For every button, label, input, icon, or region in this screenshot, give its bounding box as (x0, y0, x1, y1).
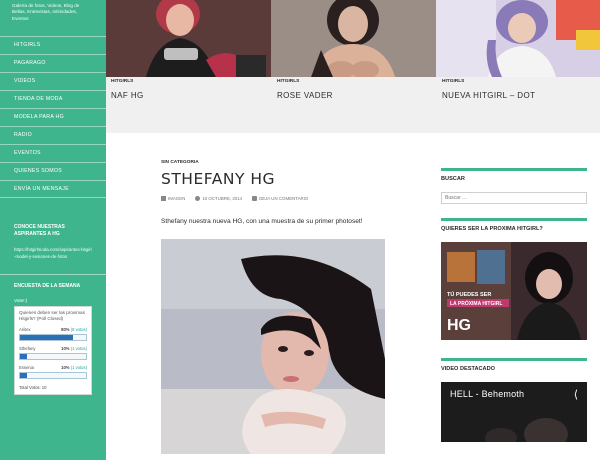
nav-item-hitgirls[interactable]: HITGIRLS (0, 36, 106, 54)
featured-card-rose[interactable]: HITGIRLS ROSE VADER (277, 77, 432, 133)
post-date[interactable]: 10 OCTUBRE, 2014 (195, 196, 242, 201)
nav-item-tienda[interactable]: TIENDA DE MODA (0, 90, 106, 108)
aspirants-title: CONOCE NUESTRAS ASPIRANTES A HG (14, 224, 65, 237)
post-title[interactable]: STHEFANY HG (161, 170, 401, 188)
comment-icon (252, 196, 258, 201)
left-sidebar: Galería de fotos, Videos, Blog de Bellas… (0, 0, 106, 460)
poll-question: Quienes deben ser las proximas Hitgirls?… (19, 309, 85, 321)
nav-item-mensaje[interactable]: ENVÍA UN MENSAJE (0, 180, 106, 198)
featured-title[interactable]: NAF HG (111, 91, 266, 100)
nav-item-videos[interactable]: VIDEOS (0, 72, 106, 90)
poll-option: Ariitex 80% (8 votos) (19, 327, 87, 342)
post-category-link[interactable]: SIN CATEGORIA (161, 160, 401, 165)
featured-title[interactable]: NUEVA HITGIRL – DOT (442, 91, 597, 100)
poll-option-pct: 80% (61, 327, 70, 333)
featured-photo-naf (106, 0, 271, 77)
hitgirl-banner[interactable]: TÚ PUEDES SER LA PRÓXIMA HITGIRL HG (441, 242, 587, 340)
poll-option: Essenia 10% (1 votos) (19, 365, 87, 380)
poll-bar-fill (20, 335, 73, 341)
poll-vote-label: Vote!:) (14, 297, 28, 303)
video-title[interactable]: HELL - Behemoth (450, 389, 524, 399)
main-article: SIN CATEGORIA STHEFANY HG IMAGEN 10 OCTU… (161, 160, 401, 454)
nav-item-radio[interactable]: RADIO (0, 126, 106, 144)
social-buttons (16, 455, 40, 460)
poll-option-pct: 10% (61, 346, 70, 352)
featured-card-naf[interactable]: HITGIRLS NAF HG (111, 77, 266, 133)
search-widget-title: BUSCAR (441, 176, 465, 182)
site-description: Galería de fotos, Videos, Blog de Bellas… (12, 3, 80, 21)
featured-photo-dot (436, 0, 600, 77)
poll-option-name: Essenia (19, 365, 34, 371)
right-sidebar: BUSCAR QUIERES SER LA PROXIMA HITGIRL? T… (441, 168, 587, 442)
poll-bar (19, 334, 87, 342)
poll-option-count: (1 votos) (70, 346, 87, 352)
poll-option: Sthefany 10% (1 votos) (19, 346, 87, 361)
section-rule (441, 358, 587, 361)
banner-logo: HG (447, 317, 471, 334)
video-embed[interactable]: HELL - Behemoth ⟨ (441, 382, 587, 442)
search-input[interactable] (441, 192, 587, 204)
post-format[interactable]: IMAGEN (161, 196, 185, 201)
clock-icon (195, 196, 201, 201)
hitgirl-widget-title: QUIERES SER LA PROXIMA HITGIRL? (441, 226, 543, 232)
nav-item-pagarago[interactable]: PAGARAGO (0, 54, 106, 72)
poll-bar-fill (20, 354, 27, 360)
featured-posts: HITGIRLS NAF HG HITGIRLS ROSE VADER HITG… (106, 0, 600, 133)
featured-category[interactable]: HITGIRLS (277, 79, 432, 84)
post-excerpt: Sthefany nuestra nueva HG, con una muest… (161, 218, 363, 225)
featured-category[interactable]: HITGIRLS (111, 79, 266, 84)
banner-text-line2: LA PRÓXIMA HITGIRL (450, 299, 502, 307)
post-photo[interactable] (161, 239, 385, 454)
section-rule (441, 218, 587, 221)
poll-option-name: Ariitex (19, 327, 31, 333)
poll-option-name: Sthefany (19, 346, 36, 352)
nav-item-modela[interactable]: MODELA PARA HG (0, 108, 106, 126)
post-photo-image (161, 239, 385, 454)
image-format-icon (161, 196, 166, 201)
featured-title[interactable]: ROSE VADER (277, 91, 432, 100)
featured-image-naf[interactable] (106, 0, 271, 77)
poll-bar (19, 353, 87, 361)
poll-option-count: (1 votos) (70, 365, 87, 371)
post-comments[interactable]: DEJA UN COMENTARIO (252, 196, 308, 201)
featured-photo-rose (271, 0, 436, 77)
nav-item-quienes[interactable]: QUIENES SOMOS (0, 162, 106, 180)
poll-option-count: (8 votos) (70, 327, 87, 333)
banner-text-line1: TÚ PUEDES SER (447, 291, 491, 298)
poll-option-pct: 10% (61, 365, 70, 371)
nav-item-eventos[interactable]: EVENTOS (0, 144, 106, 162)
main-nav: HITGIRLS PAGARAGO VIDEOS TIENDA DE MODA … (0, 36, 106, 198)
share-icon[interactable]: ⟨ (574, 388, 578, 401)
post-meta: IMAGEN 10 OCTUBRE, 2014 DEJA UN COMENTAR… (161, 196, 401, 201)
featured-image-dot[interactable] (436, 0, 600, 77)
poll-widget: Quienes deben ser las proximas Hitgirls?… (14, 305, 92, 396)
poll-bar (19, 372, 87, 380)
poll-total: Total Votos: 10 (19, 385, 47, 391)
section-rule (441, 168, 587, 171)
poll-bar-fill (20, 373, 27, 379)
poll-title: ENCUESTA DE LA SEMANA (14, 283, 81, 289)
video-widget-title: VIDEO DESTACADO (441, 366, 495, 372)
featured-image-rose[interactable] (271, 0, 436, 77)
hitgirl-banner-image: TÚ PUEDES SER LA PRÓXIMA HITGIRL HG (441, 242, 587, 340)
featured-card-dot[interactable]: HITGIRLS NUEVA HITGIRL – DOT (442, 77, 597, 133)
aspirants-link[interactable]: https://hitgirlmoda.com/aspirantes-hitgi… (0, 247, 106, 260)
featured-category[interactable]: HITGIRLS (442, 79, 597, 84)
